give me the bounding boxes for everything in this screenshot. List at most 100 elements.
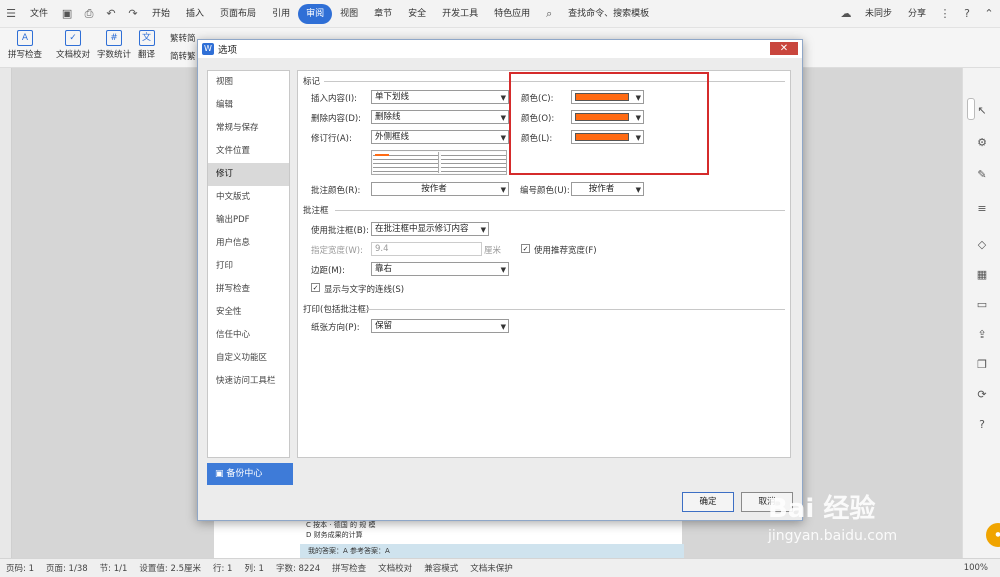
table-icon[interactable]: ▦ bbox=[973, 268, 991, 286]
more-icon[interactable]: ⋮ bbox=[934, 3, 956, 25]
tab-review[interactable]: 审阅 bbox=[298, 3, 333, 24]
tab-insert[interactable]: 插入 bbox=[178, 4, 212, 24]
edit-icon[interactable]: ✎ bbox=[973, 168, 991, 186]
status-page-number: 页码: 1 bbox=[6, 564, 34, 574]
proofread-button[interactable]: ✓ 文档校对 bbox=[56, 30, 90, 60]
menu-icon[interactable]: ☰ bbox=[0, 3, 22, 25]
outline-icon[interactable]: ≡ bbox=[973, 202, 991, 220]
number-color-dropdown[interactable]: 按作者 ▼ bbox=[571, 182, 644, 196]
tab-layout[interactable]: 页面布局 bbox=[212, 4, 264, 24]
translate-label: 翻译 bbox=[138, 50, 156, 60]
watermark-brand: Bai 经验 bbox=[768, 494, 876, 524]
width-label: 指定宽度(W): bbox=[311, 246, 363, 256]
nav-revision[interactable]: 修订 bbox=[208, 163, 289, 186]
copy-icon[interactable]: ❐ bbox=[973, 358, 991, 376]
trad-convert-button[interactable]: 繁转简 bbox=[170, 32, 196, 44]
nav-spell-check[interactable]: 拼写检查 bbox=[208, 278, 289, 301]
sync-status[interactable]: 未同步 bbox=[857, 4, 900, 24]
help-icon[interactable]: ? bbox=[973, 418, 991, 436]
nav-edit[interactable]: 编辑 bbox=[208, 94, 289, 117]
nav-user-info[interactable]: 用户信息 bbox=[208, 232, 289, 255]
revision-preview bbox=[371, 150, 507, 175]
tab-view[interactable]: 视图 bbox=[332, 4, 366, 24]
format-icon[interactable]: ⚙ bbox=[973, 136, 991, 154]
comment-color-label: 批注颜色(R): bbox=[311, 186, 361, 196]
search-icon[interactable]: ⌕ bbox=[538, 3, 560, 25]
nav-export-pdf[interactable]: 输出PDF bbox=[208, 209, 289, 232]
file-menu[interactable]: 文件 bbox=[22, 4, 56, 24]
orientation-dropdown[interactable]: 保留 ▼ bbox=[371, 319, 509, 333]
nav-security[interactable]: 安全性 bbox=[208, 301, 289, 324]
dialog-title: 选项 bbox=[218, 45, 238, 56]
comment-color-dropdown[interactable]: 按作者 ▼ bbox=[371, 182, 509, 196]
command-search[interactable]: 查找命令、搜索模板 bbox=[560, 4, 657, 24]
status-words[interactable]: 字数: 8224 bbox=[276, 562, 320, 574]
spell-check-button[interactable]: A 拼写检查 bbox=[8, 30, 42, 60]
backup-label: 备份中心 bbox=[226, 469, 263, 479]
margin-value: 靠右 bbox=[375, 264, 393, 274]
insert-dropdown[interactable]: 单下划线 ▼ bbox=[371, 90, 509, 104]
share-button[interactable]: 分享 bbox=[900, 4, 934, 24]
revised-line-dropdown[interactable]: 外侧框线 ▼ bbox=[371, 130, 509, 144]
tab-security[interactable]: 安全 bbox=[400, 4, 434, 24]
tab-chapter[interactable]: 章节 bbox=[366, 4, 400, 24]
cloud-icon[interactable]: ☁ bbox=[835, 3, 857, 25]
status-row: 行: 1 bbox=[212, 564, 233, 574]
translate-button[interactable]: 文翻译 bbox=[138, 30, 155, 60]
proofread-label: 文档校对 bbox=[56, 50, 91, 60]
use-balloon-dropdown[interactable]: 在批注框中显示修订内容 ▼ bbox=[371, 222, 489, 236]
recommend-width-checkbox[interactable]: ✓ bbox=[521, 244, 530, 253]
close-icon[interactable]: ✕ bbox=[770, 42, 798, 55]
number-color-value: 按作者 bbox=[588, 184, 615, 194]
image-icon[interactable]: ▭ bbox=[973, 298, 991, 316]
tab-special[interactable]: 特色应用 bbox=[486, 4, 538, 24]
options-dialog: W 选项 ✕ 视图 编辑 常规与保存 文件位置 修订 中文版式 输出PDF 用户… bbox=[197, 39, 803, 521]
status-col: 列: 1 bbox=[244, 564, 264, 574]
backup-center-button[interactable]: ▣ 备份中心 bbox=[207, 463, 293, 485]
tab-developer[interactable]: 开发工具 bbox=[434, 4, 486, 24]
word-count-button[interactable]: # 字数统计 bbox=[97, 30, 131, 60]
nav-chinese-layout[interactable]: 中文版式 bbox=[208, 186, 289, 209]
backup-icon[interactable]: ⟳ bbox=[973, 388, 991, 406]
nav-file-location[interactable]: 文件位置 bbox=[208, 140, 289, 163]
share-icon[interactable]: ⇪ bbox=[973, 328, 991, 346]
status-spell[interactable]: 拼写检查 bbox=[332, 562, 366, 574]
use-balloon-value: 在批注框中显示修订内容 bbox=[375, 224, 469, 234]
balloon-section-title: 批注框 bbox=[303, 206, 329, 216]
delete-value: 删除线 bbox=[375, 112, 401, 122]
delete-dropdown[interactable]: 删除线 ▼ bbox=[371, 110, 509, 124]
dialog-title-bar[interactable]: W 选项 bbox=[198, 40, 802, 58]
chevron-down-icon: ▼ bbox=[500, 94, 506, 102]
save-icon[interactable]: ▣ bbox=[56, 3, 78, 25]
width-input[interactable]: 9.4 bbox=[371, 242, 482, 256]
backup-icon: ▣ bbox=[215, 469, 227, 479]
nav-general-save[interactable]: 常规与保存 bbox=[208, 117, 289, 140]
status-proof[interactable]: 文档校对 bbox=[378, 562, 412, 574]
chevron-down-icon: ▼ bbox=[480, 226, 486, 234]
nav-print[interactable]: 打印 bbox=[208, 255, 289, 278]
undo-icon[interactable]: ↶ bbox=[100, 3, 122, 25]
shape-icon[interactable]: ◇ bbox=[973, 238, 991, 256]
print-icon[interactable]: ⎙ bbox=[78, 3, 100, 25]
nav-trust-center[interactable]: 信任中心 bbox=[208, 324, 289, 347]
print-section-title: 打印(包括批注框) bbox=[303, 305, 370, 315]
help-icon[interactable]: ? bbox=[956, 3, 978, 25]
nav-quick-access[interactable]: 快速访问工具栏 bbox=[208, 370, 289, 393]
nav-view[interactable]: 视图 bbox=[208, 71, 289, 94]
show-lines-checkbox[interactable]: ✓ bbox=[311, 283, 320, 292]
nav-custom-ribbon[interactable]: 自定义功能区 bbox=[208, 347, 289, 370]
revised-line-value: 外侧框线 bbox=[375, 132, 410, 142]
redo-icon[interactable]: ↷ bbox=[122, 3, 144, 25]
preview-right bbox=[441, 152, 506, 173]
ok-button[interactable]: 确定 bbox=[682, 492, 734, 512]
simp-convert-button[interactable]: 简转繁 bbox=[170, 50, 196, 62]
status-protect[interactable]: 文档未保护 bbox=[470, 562, 513, 574]
zoom-level[interactable]: 100% bbox=[964, 563, 988, 573]
select-icon[interactable]: ↖ bbox=[973, 104, 991, 122]
margin-dropdown[interactable]: 靠右 ▼ bbox=[371, 262, 509, 276]
divider bbox=[335, 210, 785, 211]
tab-start[interactable]: 开始 bbox=[144, 4, 178, 24]
tab-reference[interactable]: 引用 bbox=[264, 4, 298, 24]
collapse-icon[interactable]: ⌃ bbox=[978, 3, 1000, 25]
annotation-highlight-box bbox=[509, 72, 709, 175]
